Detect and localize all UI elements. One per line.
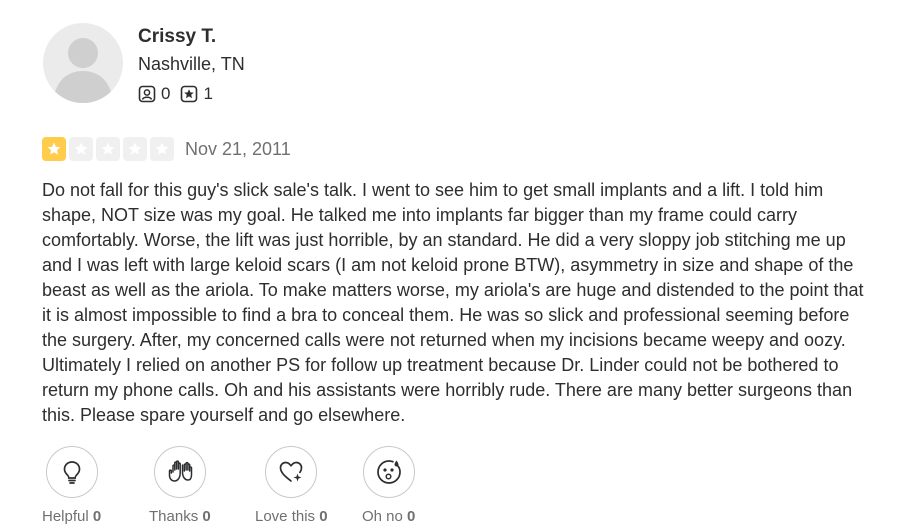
heart-sparkle-icon bbox=[279, 461, 303, 482]
review-count-stat: 0 bbox=[138, 84, 170, 104]
thanks-icon-circle[interactable] bbox=[153, 446, 206, 498]
oh-no-text: Oh no bbox=[362, 508, 403, 525]
love-this-label[interactable]: Love this 0 bbox=[255, 508, 328, 525]
helpful-label[interactable]: Helpful 0 bbox=[42, 508, 101, 525]
star-icon bbox=[47, 142, 61, 155]
helpful-text: Helpful bbox=[42, 508, 89, 525]
photo-count-value: 1 bbox=[203, 84, 213, 103]
star-icon bbox=[128, 142, 142, 155]
helpful-button[interactable]: Helpful 0 bbox=[42, 446, 101, 525]
photo-count-stat: 1 bbox=[180, 84, 213, 104]
love-this-count: 0 bbox=[319, 508, 328, 525]
clapping-hands-icon bbox=[168, 460, 193, 482]
love-this-icon-circle[interactable] bbox=[265, 446, 318, 498]
oh-no-button[interactable]: Oh no 0 bbox=[362, 446, 415, 525]
oh-no-count: 0 bbox=[407, 508, 416, 525]
star-empty bbox=[69, 137, 93, 161]
surprised-face-icon bbox=[376, 460, 401, 484]
star-icon bbox=[101, 142, 115, 155]
reviewer-stats: 0 1 bbox=[138, 84, 223, 104]
reviewer-name[interactable]: Crissy T. bbox=[138, 26, 216, 48]
thanks-label[interactable]: Thanks 0 bbox=[149, 508, 211, 525]
lightbulb-icon bbox=[63, 461, 80, 484]
star-empty bbox=[123, 137, 147, 161]
star-empty bbox=[96, 137, 120, 161]
star-rating bbox=[42, 137, 177, 161]
oh-no-icon-circle[interactable] bbox=[362, 446, 415, 498]
star-icon bbox=[74, 142, 88, 155]
rating-row: Nov 21, 2011 bbox=[42, 137, 291, 161]
review-text: Do not fall for this guy's slick sale's … bbox=[42, 180, 864, 425]
love-this-button[interactable]: Love this 0 bbox=[255, 446, 328, 525]
reviewer-avatar[interactable] bbox=[43, 23, 123, 103]
review-count-value: 0 bbox=[161, 84, 171, 103]
star-empty bbox=[150, 137, 174, 161]
thanks-count: 0 bbox=[202, 508, 211, 525]
star-badge-icon bbox=[181, 85, 198, 103]
helpful-icon-circle[interactable] bbox=[45, 446, 98, 498]
reviewer-location: Nashville, TN bbox=[138, 54, 245, 74]
star-filled bbox=[42, 137, 66, 161]
review-count-icon bbox=[138, 85, 156, 103]
helpful-count: 0 bbox=[92, 508, 102, 525]
default-user-icon bbox=[53, 38, 113, 103]
review-date: Nov 21, 2011 bbox=[185, 138, 291, 159]
thanks-button[interactable]: Thanks 0 bbox=[149, 446, 211, 525]
oh-no-label[interactable]: Oh no 0 bbox=[362, 508, 415, 525]
star-icon bbox=[155, 142, 169, 155]
thanks-text: Thanks bbox=[149, 508, 199, 525]
love-this-text: Love this bbox=[255, 508, 316, 525]
